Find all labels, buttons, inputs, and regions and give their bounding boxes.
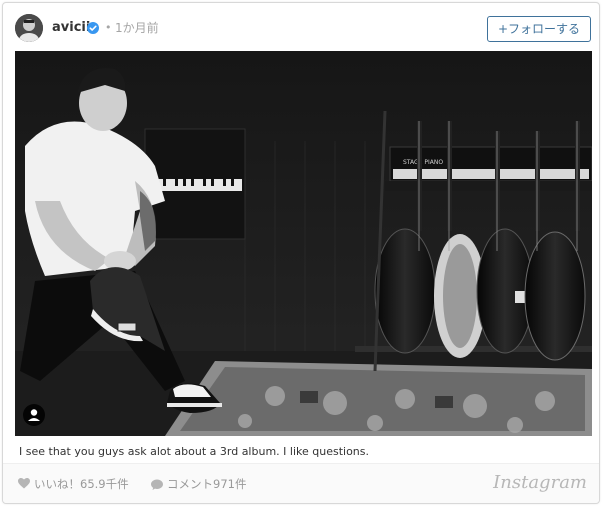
- comment-bubble-icon: [151, 479, 163, 490]
- likes-count: いいね！65.9千件: [34, 477, 129, 491]
- follow-button[interactable]: +フォローする: [487, 16, 591, 42]
- piano-label: STAGE PIANO: [403, 159, 443, 166]
- avatar-image: [15, 14, 43, 42]
- heart-icon: [18, 478, 30, 489]
- photo-scene: STAGE PIANO: [15, 51, 592, 436]
- instagram-logo[interactable]: Instagram: [493, 471, 587, 495]
- user-tag-icon[interactable]: [23, 404, 45, 426]
- post-time[interactable]: 1か月前: [115, 20, 159, 36]
- username-link[interactable]: avicii: [52, 20, 90, 36]
- post-header: avicii • 1か月前 +フォローする: [3, 3, 599, 51]
- instagram-embed-card: avicii • 1か月前 +フォローする STAGE PIANO I see …: [2, 2, 600, 504]
- post-photo[interactable]: STAGE PIANO: [15, 51, 592, 436]
- post-caption: I see that you guys ask alot about a 3rd…: [19, 445, 369, 458]
- separator-dot: •: [105, 21, 112, 34]
- post-footer: いいね！65.9千件 コメント971件 Instagram: [3, 463, 599, 503]
- comments-count: コメント971件: [167, 477, 247, 491]
- avatar[interactable]: [15, 14, 43, 42]
- verified-badge-icon: [87, 22, 99, 34]
